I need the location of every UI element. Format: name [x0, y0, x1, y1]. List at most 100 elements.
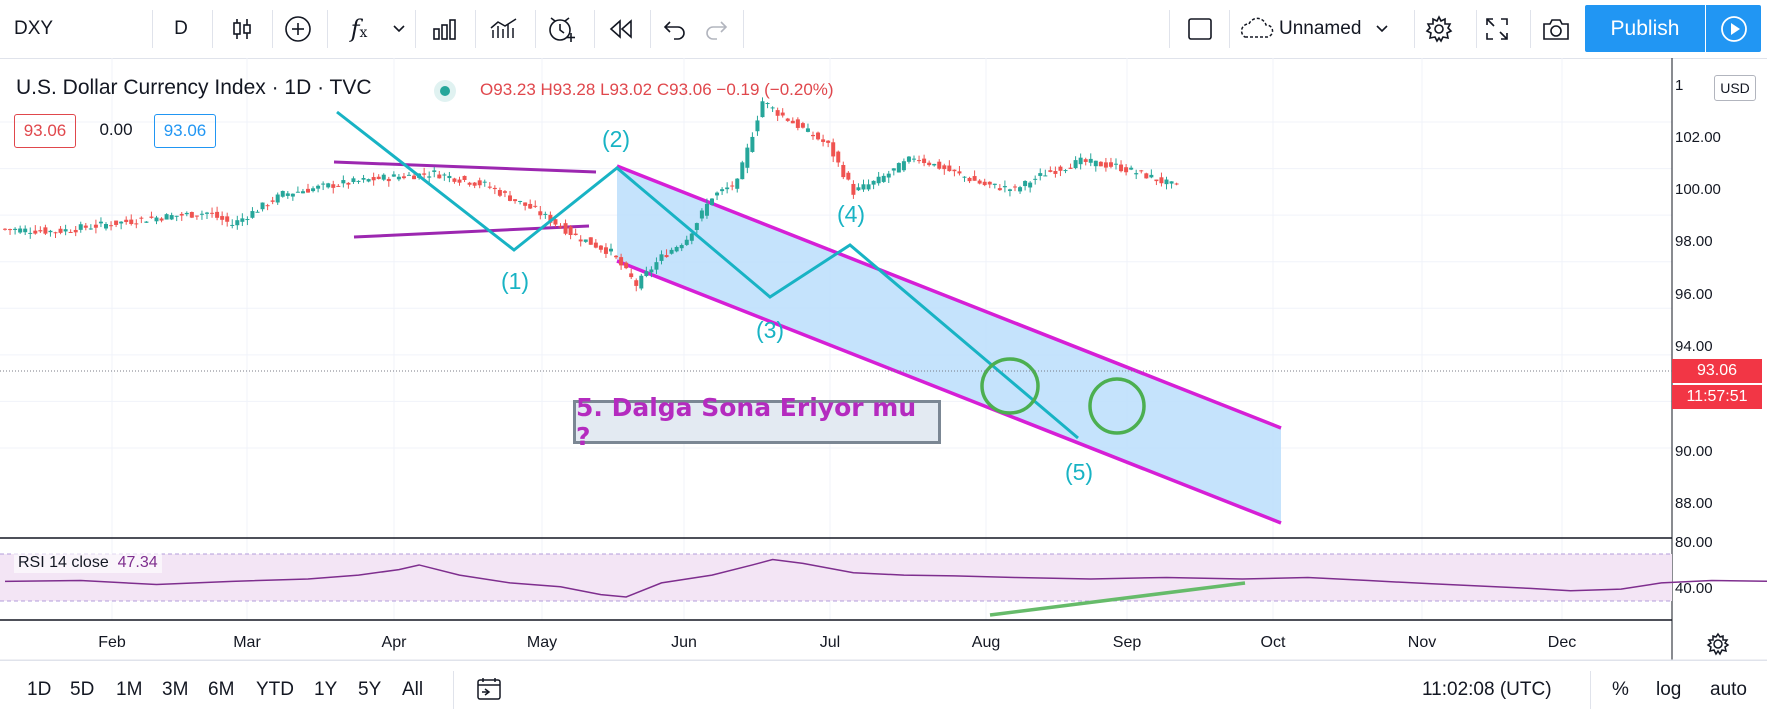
candle-body: [290, 193, 295, 197]
ask-badge[interactable]: 93.06: [154, 114, 216, 148]
candle-body: [260, 202, 265, 210]
candle-body: [987, 181, 992, 185]
candle-body: [634, 280, 639, 286]
candle-body: [800, 123, 805, 128]
low-value: 93.02: [609, 80, 653, 99]
currency-button[interactable]: USD: [1714, 75, 1756, 101]
candle-body: [745, 147, 750, 168]
bid-badge[interactable]: 93.06: [14, 114, 76, 148]
divider: [152, 10, 153, 48]
time-label: Dec: [1547, 634, 1577, 651]
candle-body: [33, 230, 38, 234]
candle-body: [245, 219, 250, 221]
candle-body: [447, 175, 452, 179]
candle-body: [351, 178, 356, 183]
settings-gear-icon[interactable]: [1420, 0, 1458, 58]
candle-body: [482, 181, 487, 183]
candle-body: [720, 189, 725, 192]
candles-icon[interactable]: [222, 0, 262, 58]
range-5y[interactable]: 5Y: [358, 679, 381, 701]
wave-label-4[interactable]: (4): [837, 201, 865, 228]
strategy-icon[interactable]: [484, 0, 524, 58]
candle-body: [376, 176, 381, 179]
range-1y[interactable]: 1Y: [314, 679, 337, 701]
redo-icon[interactable]: [697, 0, 735, 58]
auto-toggle[interactable]: auto: [1710, 679, 1747, 701]
candle-body: [669, 249, 674, 254]
time-label: Mar: [233, 634, 261, 651]
candle-body: [836, 151, 841, 163]
publish-button[interactable]: Publish: [1585, 5, 1705, 52]
utc-clock[interactable]: 11:02:08 (UTC): [1422, 679, 1552, 701]
candle-body: [341, 180, 346, 184]
candle-body: [1159, 177, 1164, 184]
range-1m[interactable]: 1M: [116, 679, 142, 701]
candle-body: [381, 174, 386, 180]
layout-selector[interactable]: Unnamed: [1237, 0, 1407, 58]
market-status-icon[interactable]: [434, 80, 456, 102]
go-to-date-icon[interactable]: [475, 676, 503, 707]
range-5d[interactable]: 5D: [70, 679, 94, 701]
candle-body: [780, 112, 785, 116]
range-1d[interactable]: 1D: [27, 679, 51, 701]
undo-icon[interactable]: [656, 0, 694, 58]
wave-label-3[interactable]: (3): [756, 317, 784, 344]
range-6m[interactable]: 6M: [208, 679, 234, 701]
chart-canvas[interactable]: [0, 58, 1767, 660]
candle-body: [785, 118, 790, 121]
candle-body: [1124, 167, 1129, 173]
candle-body: [109, 225, 114, 227]
indicators-icon[interactable]: fx: [340, 0, 378, 58]
range-3m[interactable]: 3M: [162, 679, 188, 701]
rsi-axis-label: 40.00: [1675, 580, 1713, 597]
candle-body: [886, 173, 891, 178]
candle-body: [68, 231, 73, 233]
candle-body: [528, 203, 533, 209]
candle-body: [967, 177, 972, 182]
candle-body: [1007, 189, 1012, 191]
candle-body: [1098, 161, 1103, 167]
add-compare-icon[interactable]: [278, 0, 318, 58]
fullscreen-icon[interactable]: [1478, 0, 1516, 58]
chevron-down-icon[interactable]: [388, 0, 410, 58]
candle-body: [513, 199, 518, 202]
replay-icon[interactable]: [601, 0, 641, 58]
candle-body: [199, 213, 204, 215]
wave-label-1[interactable]: (1): [501, 268, 529, 295]
candle-body: [285, 193, 290, 196]
price-label: 100.00: [1675, 181, 1721, 198]
play-icon[interactable]: [1706, 5, 1761, 52]
divider: [535, 10, 536, 48]
alert-icon[interactable]: [541, 0, 583, 58]
text-annotation[interactable]: 5. Dalga Sona Eriyor mu ?: [573, 393, 941, 451]
price-label: 96.00: [1675, 286, 1713, 303]
candle-body: [1043, 175, 1048, 177]
candle-body: [18, 228, 23, 233]
wave-label-5[interactable]: (5): [1065, 459, 1093, 486]
candle-body: [881, 175, 886, 182]
candle-body: [391, 174, 396, 177]
candle-body: [1068, 167, 1073, 169]
camera-icon[interactable]: [1536, 0, 1576, 58]
interval-button[interactable]: D: [165, 0, 197, 58]
range-ytd[interactable]: YTD: [256, 679, 294, 701]
candle-body: [765, 103, 770, 105]
templates-icon[interactable]: [425, 0, 465, 58]
candle-body: [124, 219, 129, 223]
time-label: Jun: [671, 634, 697, 651]
time-label: Sep: [1112, 634, 1142, 651]
candle-body: [664, 255, 669, 258]
candle-body: [220, 216, 225, 220]
candle-body: [977, 180, 982, 184]
symbol-search[interactable]: DXY: [14, 0, 124, 58]
square-icon[interactable]: [1180, 0, 1220, 58]
wave-label-2[interactable]: (2): [602, 126, 630, 153]
log-toggle[interactable]: log: [1656, 679, 1681, 701]
candle-body: [73, 229, 78, 233]
candle-body: [533, 205, 538, 207]
high-label: H: [540, 80, 553, 99]
axis-settings-gear-icon[interactable]: [1706, 632, 1730, 656]
percent-toggle[interactable]: %: [1612, 679, 1629, 701]
range-all[interactable]: All: [402, 679, 423, 701]
candle-body: [235, 220, 240, 226]
